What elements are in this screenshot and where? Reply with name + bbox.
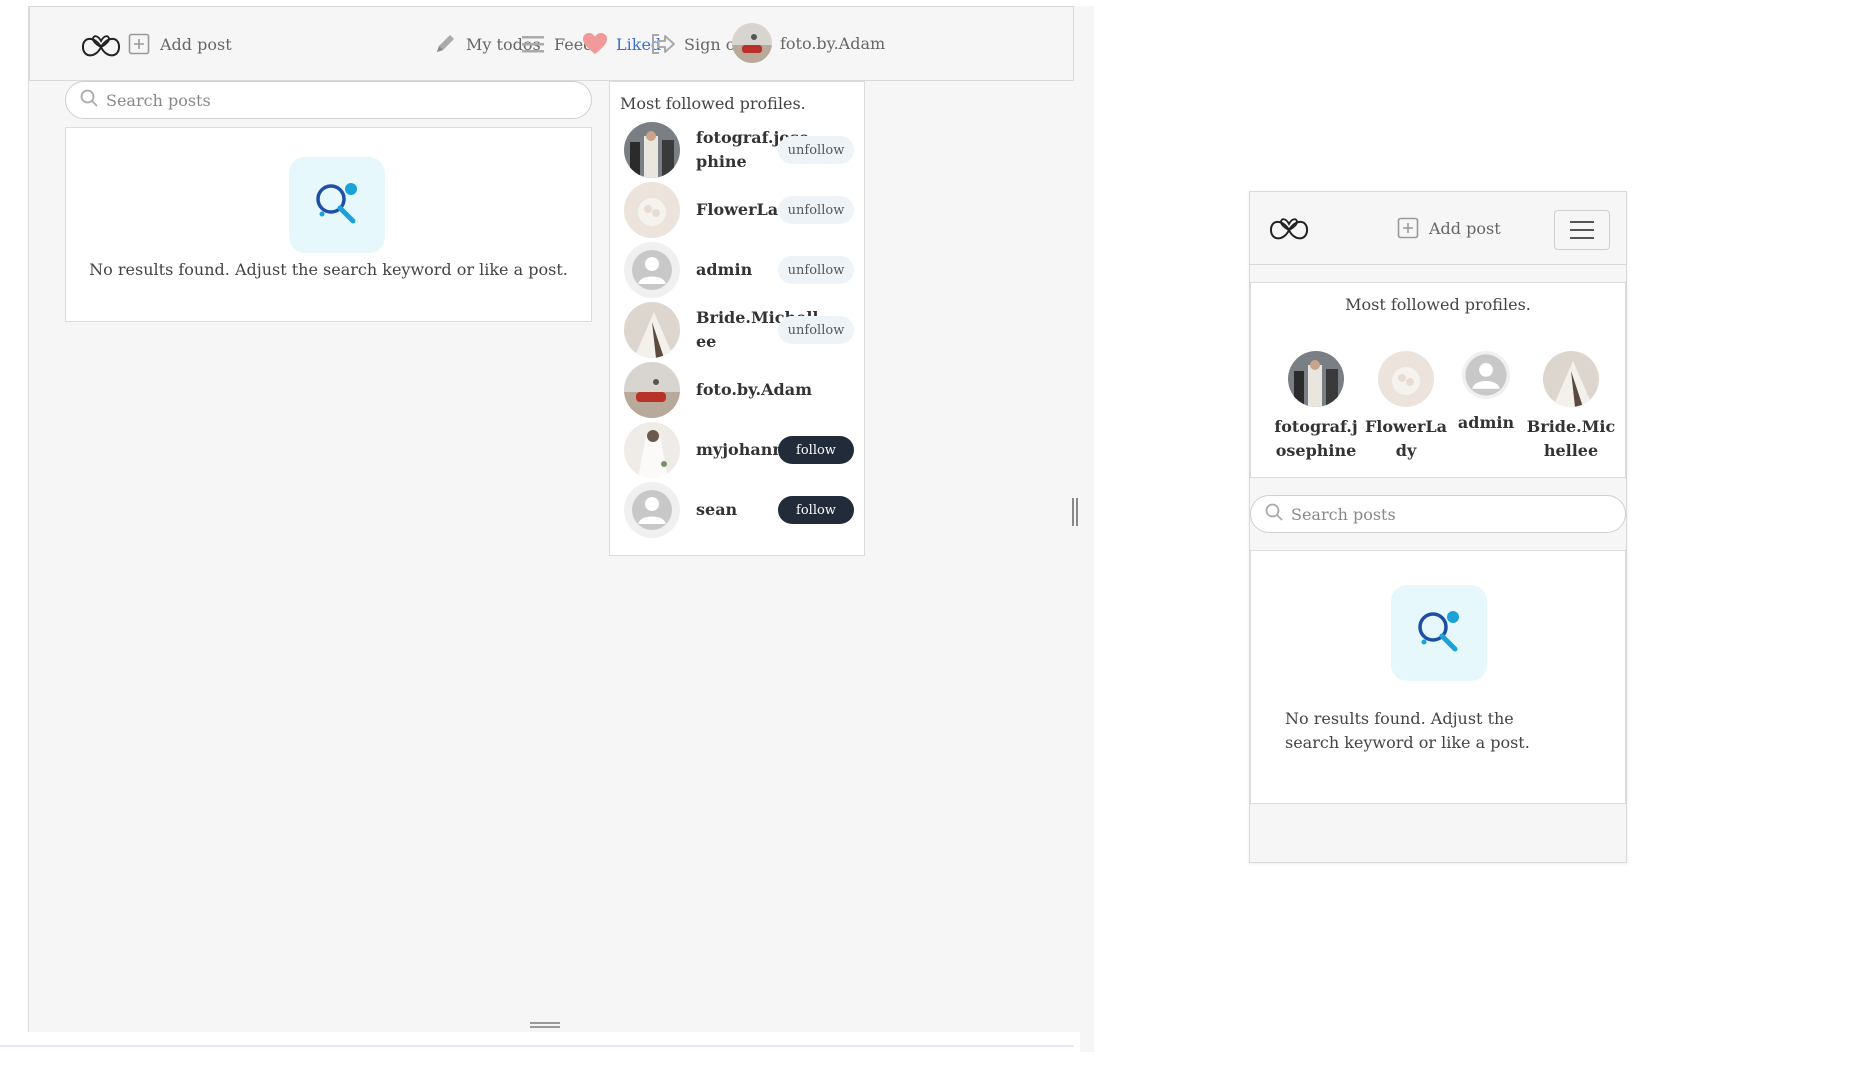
desktop-view: Add post My todos Feed Liked Sign out fo… xyxy=(28,6,1094,1032)
most-followed-panel: Most followed profiles. fotograf.josephi… xyxy=(1250,282,1626,478)
username-label: foto.by.Adam xyxy=(780,33,886,53)
profile-avatar[interactable] xyxy=(624,122,680,178)
profile-name: fotograf.josephine xyxy=(1274,417,1358,460)
profile-card[interactable]: admin xyxy=(1451,351,1521,435)
profile-name[interactable]: foto.by.Adam xyxy=(696,378,820,402)
profile-name: admin xyxy=(1457,413,1515,432)
follow-button[interactable]: follow xyxy=(778,496,854,524)
add-post-label: Add post xyxy=(160,34,232,54)
profile-avatar[interactable] xyxy=(624,302,680,358)
search-bar[interactable] xyxy=(65,81,592,119)
plus-square-icon xyxy=(1395,215,1421,241)
profile-row: fotograf.josephine unfollow xyxy=(624,120,854,180)
hamburger-line xyxy=(1570,237,1594,239)
heart-icon xyxy=(582,31,608,57)
profile-row: myjohanna follow xyxy=(624,420,854,480)
results-card: No results found. Adjust the search keyw… xyxy=(1250,550,1626,804)
follow-button[interactable]: follow xyxy=(778,436,854,464)
logo-icon[interactable] xyxy=(80,27,122,63)
hamburger-line xyxy=(1570,221,1594,223)
most-followed-title: Most followed profiles. xyxy=(1345,295,1531,314)
pencil-icon xyxy=(432,31,458,57)
profile-avatar xyxy=(1378,351,1434,407)
profile-avatar xyxy=(1288,351,1344,407)
user-profile-link[interactable]: foto.by.Adam xyxy=(732,23,885,63)
no-results-message: No results found. Adjust the search keyw… xyxy=(1285,709,1530,752)
search-input[interactable] xyxy=(106,90,591,110)
vertical-resize-handle[interactable] xyxy=(1072,498,1078,526)
no-results-search-icon xyxy=(1391,585,1487,681)
results-card: No results found. Adjust the search keyw… xyxy=(65,127,592,322)
mobile-view: Add post Most followed profiles. fotogra… xyxy=(1249,191,1627,863)
profile-avatar[interactable] xyxy=(624,422,680,478)
search-icon xyxy=(80,89,98,111)
plus-square-icon xyxy=(126,31,152,57)
sign-out-icon xyxy=(650,31,676,57)
profile-avatar[interactable] xyxy=(624,182,680,238)
profile-card[interactable]: Bride.Michellee xyxy=(1525,351,1617,463)
profile-card[interactable]: FlowerLady xyxy=(1363,351,1449,463)
logo-icon[interactable] xyxy=(1268,210,1310,246)
hamburger-menu-button[interactable] xyxy=(1554,210,1610,250)
most-followed-title: Most followed profiles. xyxy=(620,94,806,113)
search-input[interactable] xyxy=(1291,504,1625,524)
profile-avatar[interactable] xyxy=(624,482,680,538)
menu-lines-icon xyxy=(520,31,546,57)
top-navbar: Add post My todos Feed Liked Sign out fo… xyxy=(29,6,1074,81)
add-post-link[interactable]: Add post xyxy=(1395,215,1501,241)
unfollow-button[interactable]: unfollow xyxy=(778,256,854,284)
add-post-link[interactable]: Add post xyxy=(126,31,232,57)
profile-avatar[interactable] xyxy=(624,242,680,298)
divider xyxy=(0,1045,1074,1047)
profile-avatar xyxy=(1543,351,1599,407)
unfollow-button[interactable]: unfollow xyxy=(778,316,854,344)
user-avatar xyxy=(732,23,772,63)
unfollow-button[interactable]: unfollow xyxy=(778,136,854,164)
most-followed-panel: Most followed profiles. fotograf.josephi… xyxy=(609,81,865,556)
search-icon xyxy=(1265,503,1283,525)
add-post-label: Add post xyxy=(1429,218,1501,238)
horizontal-resize-handle[interactable] xyxy=(530,1022,560,1028)
profile-row: admin unfollow xyxy=(624,240,854,300)
profile-name: Bride.Michellee xyxy=(1526,417,1616,460)
profile-avatar xyxy=(1462,351,1510,399)
profile-row: foto.by.Adam xyxy=(624,360,854,420)
profile-avatar[interactable] xyxy=(624,362,680,418)
hamburger-line xyxy=(1570,229,1594,231)
profile-card[interactable]: fotograf.josephine xyxy=(1271,351,1361,463)
profile-row: Bride.Michellee unfollow xyxy=(624,300,854,360)
profile-name: FlowerLady xyxy=(1364,417,1448,460)
profile-row: FlowerLady unfollow xyxy=(624,180,854,240)
profile-row: sean follow xyxy=(624,480,854,540)
no-results-search-icon xyxy=(289,157,385,253)
unfollow-button[interactable]: unfollow xyxy=(778,196,854,224)
mobile-navbar: Add post xyxy=(1250,192,1626,265)
no-results-message: No results found. Adjust the search keyw… xyxy=(89,260,568,279)
search-bar[interactable] xyxy=(1250,495,1626,533)
